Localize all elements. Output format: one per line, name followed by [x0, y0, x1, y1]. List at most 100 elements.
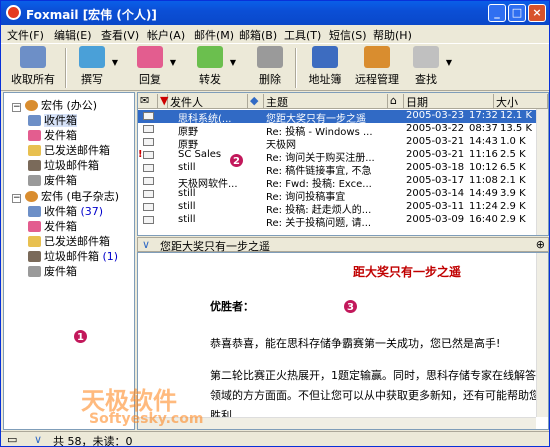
forward-button[interactable]: 转发 ▼	[193, 46, 236, 90]
mail-row[interactable]: 原野 Re: 投稿 - Windows ... 2005-03-22 08:37…	[138, 123, 536, 136]
folder-junk[interactable]: 垃圾邮件箱	[28, 157, 99, 172]
close-button[interactable]: ×	[528, 4, 546, 22]
menu-mailbox[interactable]: 邮箱(B)	[239, 27, 277, 43]
folder-trash[interactable]: 废件箱	[28, 172, 77, 187]
folder-tree: − 宏伟 (办公) 收件箱 发件箱 已发送邮件箱 垃圾邮件箱 废件箱 − 宏伟 (电…	[3, 92, 135, 430]
trash-icon	[257, 46, 283, 68]
delete-button[interactable]: 删除	[253, 46, 287, 90]
sent-folder-icon	[28, 236, 41, 247]
menu-file[interactable]: 文件(F)	[7, 27, 44, 43]
chevron-down-icon[interactable]: ▼	[446, 58, 452, 67]
chevron-down-icon[interactable]: ∨	[34, 433, 42, 446]
status-text: 共 58，未读：0	[53, 435, 133, 447]
menu-mail[interactable]: 邮件(M)	[194, 27, 234, 43]
preview-pane: 距大奖只有一步之遥 优胜者： 恭喜恭喜，能在思科存储争霸赛第一关成功，您已然是高…	[137, 252, 549, 430]
folder-outbox[interactable]: 发件箱	[28, 127, 77, 142]
envelope-icon	[143, 188, 154, 201]
mail-row[interactable]: still Re: 投稿: 赶走烦人的... 2005-03-11 11:24 …	[138, 201, 536, 214]
remote-manage-button[interactable]: 远程管理	[351, 46, 403, 90]
folder-inbox[interactable]: 收件箱	[28, 112, 77, 127]
compose-button[interactable]: 撰写 ▼	[75, 46, 118, 90]
menu-tools[interactable]: 工具(T)	[284, 27, 321, 43]
status-bar: ▭ ∨ 共 58，未读：0	[1, 431, 549, 447]
envelope-icon	[143, 110, 154, 123]
menu-sms[interactable]: 短信(S)	[329, 27, 367, 43]
column-status[interactable]: ✉	[138, 94, 158, 109]
chevron-down-icon[interactable]: ∨	[142, 238, 150, 251]
preview-title: 距大奖只有一步之遥	[353, 265, 462, 279]
chevron-down-icon[interactable]: ▼	[112, 58, 118, 67]
inbox-icon	[28, 115, 41, 126]
envelope-icon	[143, 201, 154, 214]
trash-icon	[28, 175, 41, 186]
preview-scrollbar[interactable]	[536, 253, 548, 417]
column-date[interactable]: 日期	[404, 94, 494, 109]
junk-folder-icon	[28, 160, 41, 171]
menu-account[interactable]: 帐户(A)	[147, 27, 185, 43]
envelope-icon	[143, 123, 154, 136]
menu-view[interactable]: 查看(V)	[101, 27, 139, 43]
zoom-icon[interactable]: ⊕	[536, 238, 545, 251]
column-size[interactable]: 大小	[494, 94, 548, 109]
folder-junk-2[interactable]: 垃圾邮件箱 (1)	[28, 248, 118, 263]
folder-sent-2[interactable]: 已发送邮件箱	[28, 233, 110, 248]
column-subject[interactable]: 主题	[264, 94, 388, 109]
collapse-toggle[interactable]: −	[12, 103, 21, 112]
mail-row[interactable]: still Re: 稿件链接事宜, 不急 2005-03-18 10:12 6.…	[138, 162, 536, 175]
folder-inbox-2[interactable]: 收件箱 (37)	[28, 203, 103, 218]
mail-list-scrollbar[interactable]	[536, 109, 548, 235]
foxmail-logo-icon	[6, 5, 21, 20]
minimize-button[interactable]: _	[488, 4, 506, 22]
preview-line: 领域的方方面面。不但让您可以从中获取更多新知，还有可能帮助您赢得	[210, 389, 549, 402]
flag-column-icon[interactable]: ▼	[158, 94, 168, 109]
reply-button[interactable]: 回复 ▼	[133, 46, 176, 90]
outbox-icon	[28, 221, 41, 232]
mail-list-header: ✉ ▼ 发件人 ◆ 主题 ⌂ 日期 大小	[138, 93, 548, 109]
annotation-marker: 2	[229, 153, 244, 168]
mail-row[interactable]: still Re: 关于投稿问题, 请... 2005-03-09 16:40 …	[138, 214, 536, 227]
menu-edit[interactable]: 编辑(E)	[54, 27, 92, 43]
folder-outbox-2[interactable]: 发件箱	[28, 218, 77, 233]
envelope-icon	[143, 175, 154, 188]
inbox-icon	[28, 206, 41, 217]
account-icon	[25, 191, 38, 202]
outbox-icon	[28, 130, 41, 141]
address-book-icon	[312, 46, 338, 68]
mail-row[interactable]: ! SC Sales Re: 询问关于购买注册... 2005-03-21 11…	[138, 149, 536, 162]
maximize-button[interactable]: □	[508, 4, 526, 22]
folder-sent[interactable]: 已发送邮件箱	[28, 142, 110, 157]
chevron-down-icon[interactable]: ▼	[230, 58, 236, 67]
mail-row[interactable]: still Re: 询问投稿事宜 2005-03-14 14:49 3.9 K	[138, 188, 536, 201]
address-book-button[interactable]: 地址簿	[303, 46, 347, 90]
envelope-icon	[143, 162, 154, 175]
chevron-down-icon[interactable]: ▼	[170, 58, 176, 67]
preview-line: 第二轮比赛正火热展开，1题定输赢。同时，思科存储专家在线解答各种	[210, 369, 549, 382]
toolbar-separator	[65, 48, 67, 88]
menu-bar: 文件(F) 编辑(E) 查看(V) 帐户(A) 邮件(M) 邮箱(B) 工具(T…	[1, 25, 549, 43]
account-icon	[25, 100, 38, 111]
mail-row[interactable]: 天极网软件... Re: Fwd: 投稿: Exce... 2005-03-17…	[138, 175, 536, 188]
collapse-toggle[interactable]: −	[12, 194, 21, 203]
watermark-url: Softyesky.com	[89, 411, 204, 427]
sort-icon[interactable]: ◆	[248, 94, 264, 109]
menu-help[interactable]: 帮助(H)	[373, 27, 412, 43]
toolbar-separator	[295, 48, 297, 88]
mail-row[interactable]: 原野 天极网 2005-03-21 14:43 1.0 K	[138, 136, 536, 149]
forward-icon	[197, 46, 223, 68]
title-bar[interactable]: Foxmail [宏伟 (个人)] _ □ ×	[1, 1, 549, 25]
annotation-marker: 3	[343, 299, 358, 314]
folder-trash-2[interactable]: 废件箱	[28, 263, 77, 278]
preview-header: ∨ 您距大奖只有一步之遥 ⊕	[137, 237, 549, 253]
search-button[interactable]: 查找 ▼	[409, 46, 452, 90]
column-sender[interactable]: 发件人	[168, 94, 248, 109]
envelope-icon	[143, 136, 154, 149]
reply-icon	[137, 46, 163, 68]
remote-manage-icon	[364, 46, 390, 68]
receive-all-button[interactable]: 收取所有	[7, 46, 59, 90]
account-emagazine[interactable]: − 宏伟 (电子杂志)	[12, 188, 119, 203]
attachment-column-icon[interactable]: ⌂	[388, 94, 404, 109]
preview-line: 恭喜恭喜，能在思科存储争霸赛第一关成功，您已然是高手!	[210, 337, 501, 350]
mail-row[interactable]: 思科系统(... 您距大奖只有一步之遥 2005-03-23 17:32 12.…	[138, 110, 536, 123]
account-office[interactable]: − 宏伟 (办公)	[12, 97, 97, 112]
book-icon: ▭	[7, 433, 18, 446]
